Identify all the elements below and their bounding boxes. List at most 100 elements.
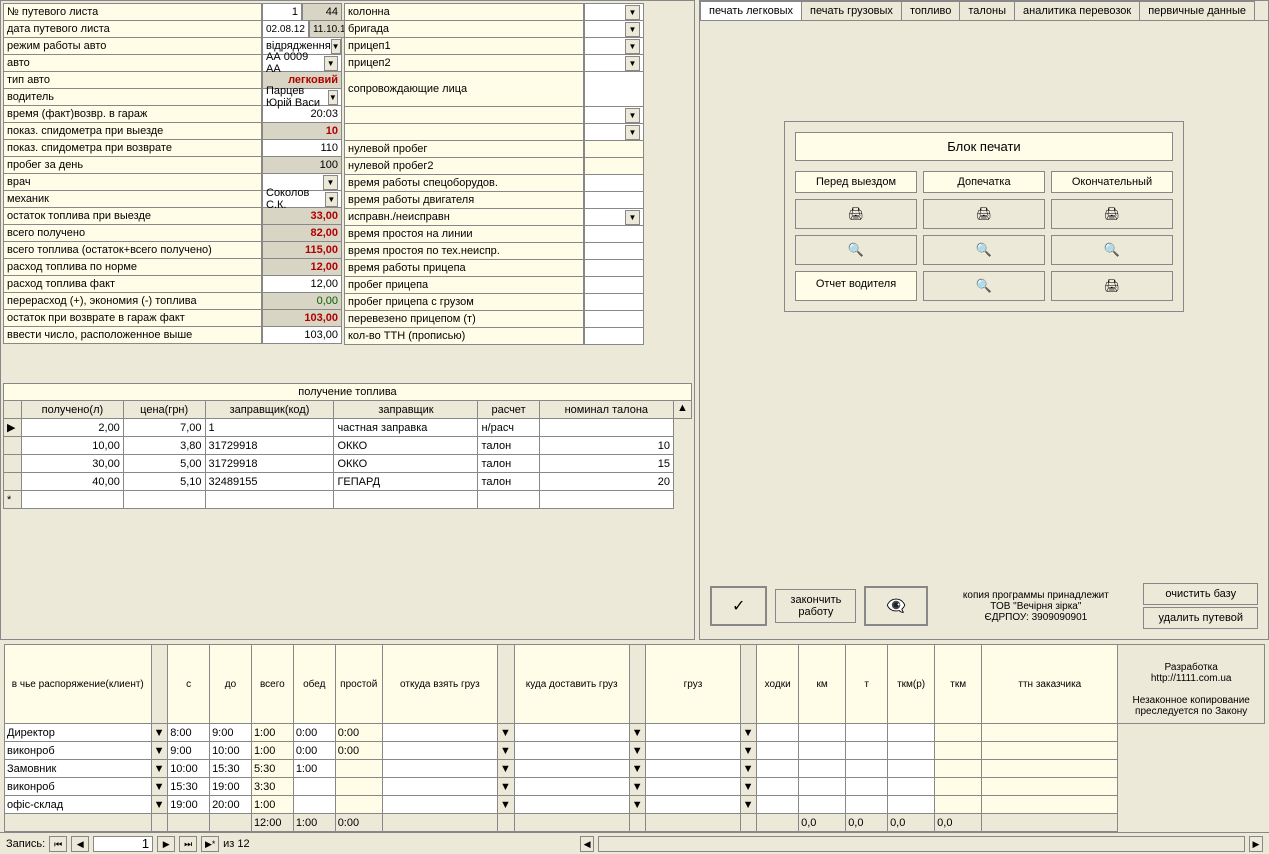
dev-link[interactable]: http://1111.com.ua [1151, 673, 1232, 684]
print-btn-1[interactable]: 🖨 [795, 199, 917, 229]
dropdown-icon[interactable]: ▼ [625, 108, 640, 123]
val-trailer-load[interactable] [584, 293, 644, 311]
val-idle-tech[interactable] [584, 242, 644, 260]
tab-primary[interactable]: первичные данные [1139, 1, 1255, 20]
asg-col-vs: всего [251, 645, 293, 724]
driver-report-preview[interactable]: 🔍 [923, 271, 1045, 301]
dropdown-icon[interactable]: ▼ [625, 125, 640, 140]
tab-print-truck[interactable]: печать грузовых [801, 1, 902, 20]
val-driver[interactable]: Парцев Юрій Васи▼ [262, 88, 342, 106]
dropdown-icon[interactable]: ▼ [625, 56, 640, 71]
val-fact[interactable]: 12,00 [262, 275, 342, 293]
nav-next[interactable]: ▶ [157, 836, 175, 852]
ok-button[interactable]: ✓ [710, 586, 767, 626]
fuel-row[interactable]: 30,005,0031729918ОККОталон15 [4, 455, 692, 473]
nav-new[interactable]: ▶* [201, 836, 219, 852]
fuel-row[interactable]: 10,003,8031729918ОККОталон10 [4, 437, 692, 455]
nav-first[interactable]: ⏮ [49, 836, 67, 852]
val-engine[interactable] [584, 191, 644, 209]
val-trailer-cargo[interactable] [584, 310, 644, 328]
tab-fuel[interactable]: топливо [901, 1, 960, 20]
tab-coupons[interactable]: талоны [959, 1, 1015, 20]
preview-btn-3[interactable]: 🔍 [1051, 235, 1173, 265]
lbl-kolonna: колонна [344, 3, 584, 21]
lbl-date: дата путевого листа [3, 20, 262, 38]
val-escort[interactable] [584, 71, 644, 107]
hscroll-right[interactable]: ▶ [1249, 836, 1263, 852]
lbl-nomer: № путевого листа [3, 3, 262, 21]
dropdown-icon[interactable]: ▼ [325, 192, 338, 207]
val-nul2[interactable] [584, 157, 644, 175]
val-brigada[interactable]: ▼ [584, 20, 644, 38]
clear-db-button[interactable]: очистить базу [1143, 583, 1258, 605]
record-of: из 12 [223, 838, 249, 850]
printer-icon: 🖨 [1104, 206, 1121, 221]
val-spec[interactable] [584, 174, 644, 192]
fuel-row[interactable]: * [4, 491, 692, 509]
assign-row[interactable]: Директор▼8:009:001:000:000:00▼▼▼ [5, 724, 1265, 742]
lbl-doctor: врач [3, 173, 262, 191]
tab-bar: печать легковых печать грузовых топливо … [700, 1, 1268, 21]
print-btn-3[interactable]: 🖨 [1051, 199, 1173, 229]
val-mechanic[interactable]: Соколов С.К.▼ [262, 190, 342, 208]
val-date1[interactable]: 02.08.12 [262, 20, 309, 38]
hscroll-track[interactable] [598, 836, 1245, 852]
dropdown-icon[interactable]: ▼ [625, 210, 640, 225]
val-trailer-time[interactable] [584, 259, 644, 277]
lbl-tip: тип авто [3, 71, 262, 89]
val-probeg: 100 [262, 156, 342, 174]
print-hdr-before: Перед выездом [795, 171, 917, 193]
finish-button[interactable]: закончить работу [775, 589, 856, 623]
val-nul1[interactable] [584, 140, 644, 158]
dropdown-icon[interactable]: ▼ [324, 56, 338, 71]
driver-report-print[interactable]: 🖨 [1051, 271, 1173, 301]
print-btn-2[interactable]: 🖨 [923, 199, 1045, 229]
val-trailer-run[interactable] [584, 276, 644, 294]
assign-row[interactable]: виконроб▼9:0010:001:000:000:00▼▼▼ [5, 742, 1265, 760]
dropdown-icon[interactable]: ▼ [331, 39, 341, 54]
lbl-nul2: нулевой пробег2 [344, 157, 584, 175]
fuel-row[interactable]: 40,005,1032489155ГЕПАРДталон20 [4, 473, 692, 491]
val-kolonna[interactable]: ▼ [584, 3, 644, 21]
tab-print-car[interactable]: печать легковых [700, 1, 802, 20]
dropdown-icon[interactable]: ▼ [625, 5, 640, 20]
lbl-trailer-run: пробег прицепа [344, 276, 584, 294]
assign-row[interactable]: офіс-склад▼19:0020:001:00▼▼▼ [5, 796, 1265, 814]
fuel-row[interactable]: ▶2,007,001частная заправкан/расч [4, 419, 692, 437]
record-input[interactable] [93, 836, 153, 852]
asg-col-t: т [846, 645, 888, 724]
magnify-icon: 🔍 [848, 242, 864, 257]
val-nom1[interactable]: 1 [262, 3, 302, 21]
delete-button[interactable]: удалить путевой [1143, 607, 1258, 629]
fuel-scrollbar[interactable]: ▲ [674, 401, 692, 419]
nav-prev[interactable]: ◀ [71, 836, 89, 852]
val-spd-in[interactable]: 110 [262, 139, 342, 157]
val-pricep2[interactable]: ▼ [584, 54, 644, 72]
magnify-icon: 🔍 [1104, 242, 1120, 257]
find-button[interactable]: 👁‍🗨 [864, 586, 928, 626]
fuel-col-name: заправщик [334, 401, 478, 419]
val-blank2[interactable]: ▼ [584, 123, 644, 141]
assign-row[interactable]: виконроб▼15:3019:003:30▼▼▼ [5, 778, 1265, 796]
lbl-brigada: бригада [344, 20, 584, 38]
assign-row[interactable]: Замовник▼10:0015:305:301:00▼▼▼ [5, 760, 1265, 778]
val-pricep1[interactable]: ▼ [584, 37, 644, 55]
preview-btn-2[interactable]: 🔍 [923, 235, 1045, 265]
dropdown-icon[interactable]: ▼ [323, 175, 338, 190]
preview-btn-1[interactable]: 🔍 [795, 235, 917, 265]
lbl-spec: время работы спецоборудов. [344, 174, 584, 192]
lbl-ost-out: остаток топлива при выезде [3, 207, 262, 225]
val-ispravn[interactable]: ▼ [584, 208, 644, 226]
tab-analytics[interactable]: аналитика перевозок [1014, 1, 1140, 20]
val-idle-line[interactable] [584, 225, 644, 243]
dropdown-icon[interactable]: ▼ [328, 90, 338, 105]
val-ttn[interactable] [584, 327, 644, 345]
dropdown-icon[interactable]: ▼ [625, 22, 640, 37]
val-auto[interactable]: АА 0009 АА▼ [262, 54, 342, 72]
val-enter[interactable]: 103,00 [262, 326, 342, 344]
dropdown-icon[interactable]: ▼ [625, 39, 640, 54]
val-blank1[interactable]: ▼ [584, 106, 644, 124]
nav-last[interactable]: ⏭ [179, 836, 197, 852]
hscroll-left[interactable]: ◀ [580, 836, 594, 852]
lbl-ost-in: остаток при возврате в гараж факт [3, 309, 262, 327]
